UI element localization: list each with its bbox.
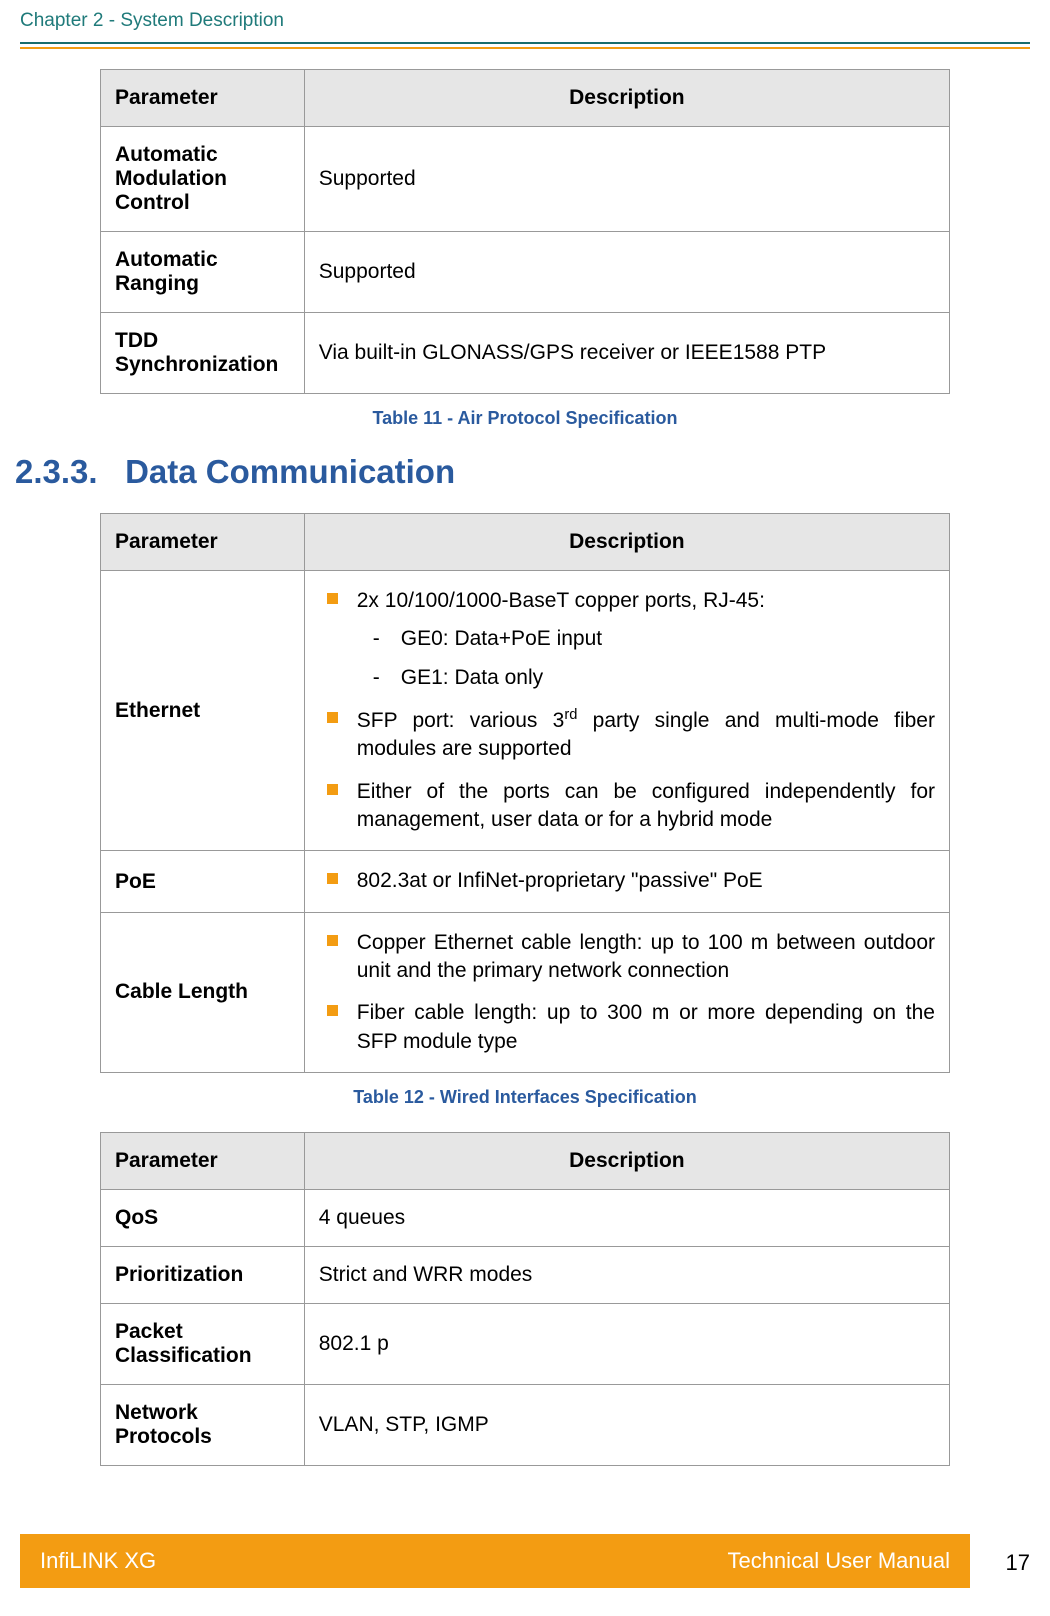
list-item: 2x 10/100/1000-BaseT copper ports, RJ-45…	[319, 587, 935, 692]
page-number: 17	[1006, 1550, 1030, 1576]
divider-dark	[20, 42, 1030, 44]
table-row: TDD Synchronization Via built-in GLONASS…	[101, 313, 950, 394]
sub-list-item: GE1: Data only	[373, 664, 935, 692]
cell-description: VLAN, STP, IGMP	[304, 1385, 949, 1466]
superscript: rd	[564, 707, 577, 723]
cell-description: 4 queues	[304, 1190, 949, 1247]
list-item: Fiber cable length: up to 300 m or more …	[319, 999, 935, 1056]
list-item: Either of the ports can be configured in…	[319, 778, 935, 835]
cell-description: 2x 10/100/1000-BaseT copper ports, RJ-45…	[304, 571, 949, 851]
cell-parameter: QoS	[101, 1190, 305, 1247]
list-item: SFP port: various 3rd party single and m…	[319, 706, 935, 764]
table-header-parameter: Parameter	[101, 1133, 305, 1190]
cell-parameter: Automatic Ranging	[101, 232, 305, 313]
section-heading: 2.3.3. Data Communication	[15, 453, 950, 491]
table-caption: Table 12 - Wired Interfaces Specificatio…	[100, 1087, 950, 1108]
cell-description: 802.1 p	[304, 1304, 949, 1385]
cell-description: Supported	[304, 127, 949, 232]
table-row: QoS 4 queues	[101, 1190, 950, 1247]
footer-product: InfiLINK XG	[40, 1548, 156, 1574]
list-item: 802.3at or InfiNet-proprietary "passive"…	[319, 867, 935, 895]
cell-parameter: Network Protocols	[101, 1385, 305, 1466]
sub-list: GE0: Data+PoE input GE1: Data only	[373, 625, 935, 692]
table-row: Ethernet 2x 10/100/1000-BaseT copper por…	[101, 571, 950, 851]
table-row: Packet Classification 802.1 p	[101, 1304, 950, 1385]
section-number: 2.3.3.	[15, 453, 98, 490]
bullet-list: Copper Ethernet cable length: up to 100 …	[319, 929, 935, 1056]
table-row: PoE 802.3at or InfiNet-proprietary "pass…	[101, 851, 950, 912]
cell-parameter: Packet Classification	[101, 1304, 305, 1385]
sub-list-item: GE0: Data+PoE input	[373, 625, 935, 653]
table-header-description: Description	[304, 1133, 949, 1190]
table-row: Network Protocols VLAN, STP, IGMP	[101, 1385, 950, 1466]
table-caption: Table 11 - Air Protocol Specification	[100, 408, 950, 429]
table-air-protocol: Parameter Description Automatic Modulati…	[100, 69, 950, 394]
table-header-parameter: Parameter	[101, 514, 305, 571]
cell-parameter: Cable Length	[101, 912, 305, 1072]
cell-parameter: TDD Synchronization	[101, 313, 305, 394]
bullet-list: 802.3at or InfiNet-proprietary "passive"…	[319, 867, 935, 895]
cell-description: 802.3at or InfiNet-proprietary "passive"…	[304, 851, 949, 912]
cell-description: Via built-in GLONASS/GPS receiver or IEE…	[304, 313, 949, 394]
cell-description: Copper Ethernet cable length: up to 100 …	[304, 912, 949, 1072]
cell-description: Strict and WRR modes	[304, 1247, 949, 1304]
cell-parameter: Ethernet	[101, 571, 305, 851]
table-qos: Parameter Description QoS 4 queues Prior…	[100, 1132, 950, 1466]
table-header-description: Description	[304, 514, 949, 571]
bullet-text: 2x 10/100/1000-BaseT copper ports, RJ-45…	[357, 589, 765, 612]
table-wired-interfaces: Parameter Description Ethernet 2x 10/100…	[100, 513, 950, 1073]
chapter-header: Chapter 2 - System Description	[0, 0, 1050, 32]
table-row: Automatic Ranging Supported	[101, 232, 950, 313]
cell-parameter: PoE	[101, 851, 305, 912]
table-header-parameter: Parameter	[101, 70, 305, 127]
cell-parameter: Automatic Modulation Control	[101, 127, 305, 232]
header-divider	[20, 42, 1030, 49]
bullet-text-pre: SFP port: various 3	[357, 709, 565, 732]
table-row: Prioritization Strict and WRR modes	[101, 1247, 950, 1304]
footer-bar: InfiLINK XG Technical User Manual	[20, 1534, 970, 1588]
table-row: Automatic Modulation Control Supported	[101, 127, 950, 232]
list-item: Copper Ethernet cable length: up to 100 …	[319, 929, 935, 986]
cell-parameter: Prioritization	[101, 1247, 305, 1304]
footer-doc-title: Technical User Manual	[727, 1548, 950, 1574]
table-row: Cable Length Copper Ethernet cable lengt…	[101, 912, 950, 1072]
cell-description: Supported	[304, 232, 949, 313]
bullet-list: 2x 10/100/1000-BaseT copper ports, RJ-45…	[319, 587, 935, 834]
section-title: Data Communication	[125, 453, 455, 490]
table-header-description: Description	[304, 70, 949, 127]
